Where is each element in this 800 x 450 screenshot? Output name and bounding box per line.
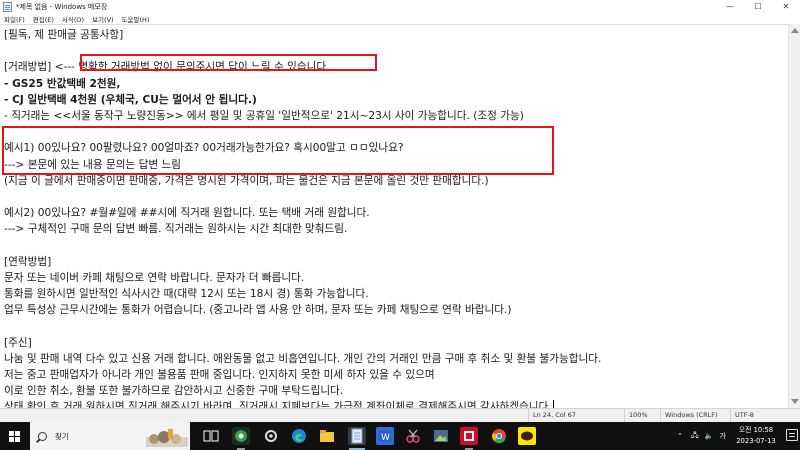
chrome-browser-icon[interactable] xyxy=(490,427,508,445)
photo-viewer-icon[interactable] xyxy=(432,427,450,445)
notepad-icon xyxy=(3,1,12,12)
taskbar: 찾기 W ⌃ 🖧 🔈 가 오전 10:58 2023-07-13 xyxy=(0,422,800,450)
text-line: 업무 특성상 근무시간에는 통화가 어렵습니다. (중고나라 앱 사용 안 하며… xyxy=(4,304,512,317)
minimize-button[interactable]: — xyxy=(716,0,744,13)
text-line: [필독, 제 판매글 공통사항] xyxy=(4,29,124,41)
start-button[interactable] xyxy=(0,422,28,450)
text-line: - GS25 반값택배 2천원, xyxy=(4,77,121,90)
text-line: ---> 구체적인 구매 문의 답변 빠름. 직거래는 원하시는 시간 최대한 … xyxy=(4,223,348,236)
text-line: 통화를 원하시면 일반적인 식사시간 때(대략 12시 또는 18시 경) 통화… xyxy=(4,288,369,300)
snipping-tool-icon[interactable] xyxy=(404,427,422,445)
menu-bar: 파일(F) 편집(E) 서식(O) 보기(V) 도움말(H) xyxy=(0,13,800,24)
svg-text:W: W xyxy=(381,433,390,443)
zoom-level: 100% xyxy=(624,409,660,423)
cursor-position: Ln 24, Col 67 xyxy=(528,409,624,423)
text-line: 나눔 및 판매 내역 다수 있고 신용 거래 합니다. 애완동물 없고 비흡연입… xyxy=(4,352,602,365)
file-explorer-icon[interactable] xyxy=(318,427,336,445)
taskbar-clock[interactable]: 오전 10:58 2023-07-13 xyxy=(732,425,780,447)
text-line: [주신] xyxy=(4,336,32,349)
text-line xyxy=(4,189,784,205)
network-icon[interactable]: 🖧 xyxy=(691,431,699,442)
text-line xyxy=(4,237,784,253)
text-editor[interactable]: [필독, 제 판매글 공통사항] [거래방법] <--- 명확한 거래방법 없이… xyxy=(0,24,800,413)
edge-browser-icon[interactable] xyxy=(290,427,308,445)
text-line: ---> 본문에 있는 내용 문의는 답변 느림 xyxy=(4,158,181,171)
scroll-down-arrow-icon[interactable] xyxy=(791,399,799,404)
line-ending: Windows (CRLF) xyxy=(660,409,730,423)
text-line: 예시2) 00있나요? #월#일에 ##시에 직거래 원합니다. 또는 택배 거… xyxy=(4,207,370,220)
encoding: UTF-8 xyxy=(730,409,800,423)
document-text[interactable]: [필독, 제 판매글 공통사항] [거래방법] <--- 명확한 거래방법 없이… xyxy=(4,27,784,416)
settings-gear-icon[interactable] xyxy=(262,427,280,445)
menu-edit[interactable]: 편집(E) xyxy=(33,14,54,24)
notepad-taskbar-icon[interactable] xyxy=(348,427,366,450)
text-line: (지금 이 글에서 판매중이면 판매중, 가격은 명시된 가격이며, 파는 물건… xyxy=(4,174,489,187)
menu-format[interactable]: 서식(O) xyxy=(62,14,84,24)
status-bar: Ln 24, Col 67 100% Windows (CRLF) UTF-8 xyxy=(0,408,800,423)
kakaotalk-icon[interactable] xyxy=(518,427,536,445)
clock-time: 오전 10:58 xyxy=(738,426,774,434)
search-highlight-art-icon xyxy=(146,429,188,447)
clock-date: 2023-07-13 xyxy=(736,437,776,445)
red-app-icon[interactable] xyxy=(460,427,478,450)
text-line xyxy=(4,318,784,334)
menu-help[interactable]: 도움말(H) xyxy=(122,14,150,24)
search-label: 찾기 xyxy=(55,431,69,441)
task-view-icon[interactable] xyxy=(202,427,220,445)
text-line: [거래방법] <--- 명확한 거래방법 없이 문의주시면 답이 느릴 수 있습… xyxy=(4,61,330,74)
windows-logo-icon xyxy=(8,430,20,442)
text-line: 문자 또는 네이버 카페 채팅으로 연락 바랍니다. 문자가 더 빠릅니다. xyxy=(4,271,305,284)
text-line: 저는 중고 판매업자가 아니라 개인 불용품 판매 중입니다. 인지하지 못한 … xyxy=(4,368,435,381)
scroll-up-arrow-icon[interactable] xyxy=(791,28,799,33)
text-line: 예시1) 00있나요? 00팔렸나요? 00얼마죠? 00거래가능한가요? 혹시… xyxy=(4,142,404,155)
tray-chevron-up-icon[interactable]: ⌃ xyxy=(677,432,683,440)
taskbar-search[interactable]: 찾기 xyxy=(30,422,190,450)
photo-app-icon[interactable] xyxy=(232,427,250,450)
notification-center-icon[interactable] xyxy=(786,429,798,441)
maximize-button[interactable]: ☐ xyxy=(744,0,772,13)
text-line xyxy=(4,43,784,59)
volume-icon[interactable]: 🔈 xyxy=(705,432,714,440)
text-line: - CJ 일반택배 4천원 (우체국, CU는 멀어서 안 됩니다.) xyxy=(4,93,257,106)
menu-file[interactable]: 파일(F) xyxy=(4,14,25,24)
window-title: *제목 없음 - Windows 메모장 xyxy=(16,2,108,11)
text-line: - 직거래는 <<서울 동작구 노량진동>> 에서 평일 및 공휴일 '일반적으… xyxy=(4,109,524,122)
input-language[interactable]: 가 xyxy=(720,431,726,441)
menu-view[interactable]: 보기(V) xyxy=(92,14,113,24)
search-icon xyxy=(38,431,47,441)
text-line: 이로 인한 취소, 환불 또한 불가하므로 감안하시고 신중한 구매 부탁드립니… xyxy=(4,385,344,398)
word-app-icon[interactable]: W xyxy=(376,427,394,445)
vertical-scrollbar[interactable] xyxy=(788,24,800,408)
close-button[interactable]: ✕ xyxy=(772,0,800,13)
text-line xyxy=(4,124,784,140)
title-bar: *제목 없음 - Windows 메모장 — ☐ ✕ xyxy=(0,0,800,13)
text-line: [연락방법] xyxy=(4,255,52,268)
